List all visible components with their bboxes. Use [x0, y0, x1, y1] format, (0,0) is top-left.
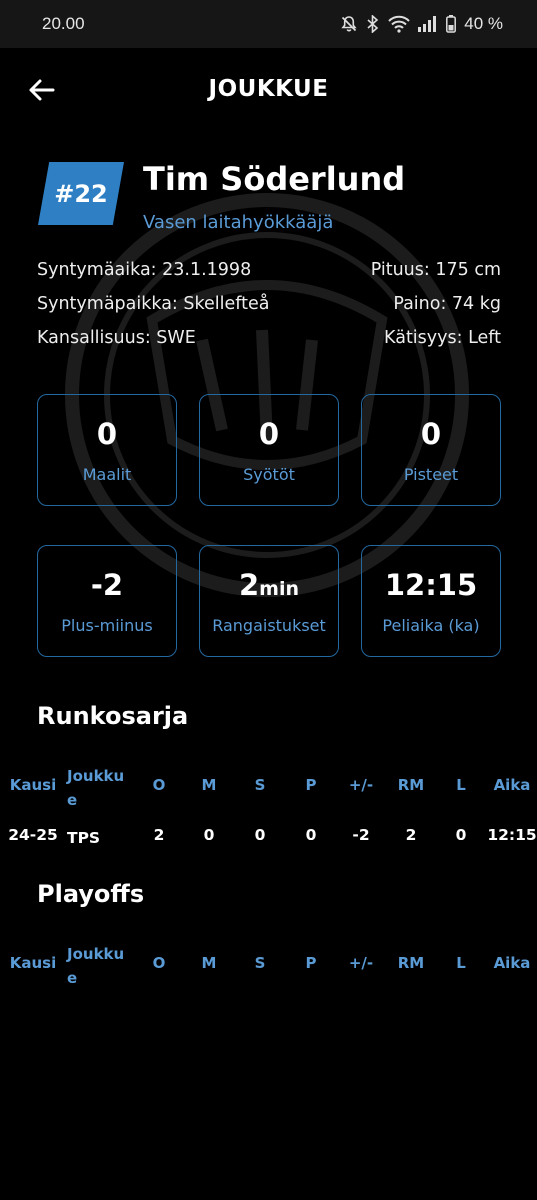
table-cell: 2	[405, 826, 417, 844]
table-cell: 0	[254, 826, 266, 844]
stat-card-assists: 0 Syötöt	[199, 394, 339, 506]
stat-label: Plus-miinus	[61, 615, 153, 635]
stat-value: 0	[258, 416, 280, 451]
info-weight: Paino: 74 kg	[393, 294, 501, 314]
table-cell: 0	[203, 826, 215, 844]
table-header-cell: P	[305, 776, 317, 794]
signal-icon	[418, 16, 438, 32]
info-row: Syntymäpaikka: Skellefteå Paino: 74 kg	[37, 294, 501, 314]
table-header-cell: +/-	[348, 776, 374, 794]
table-header-cell: M	[201, 954, 217, 972]
table-header-cell: Joukku e	[67, 767, 125, 809]
stat-card-penalties: 2min Rangaistukset	[199, 545, 339, 657]
stat-cards-row: -2 Plus-miinus 2min Rangaistukset 12:15 …	[37, 545, 501, 657]
stat-value: -2	[90, 567, 124, 602]
table-cell: 0	[455, 826, 467, 844]
stat-label: Pisteet	[403, 464, 459, 484]
status-time: 20.00	[42, 14, 85, 33]
table-header-cell: O	[152, 954, 166, 972]
table-header-cell: +/-	[348, 954, 374, 972]
status-bar: 20.00 40 %	[0, 0, 537, 48]
table-body-regular-season: 24-25 TPS 2 0 0 0 -2 2 0 12:15	[0, 826, 537, 880]
table-header-playoffs: Kausi Joukku e O M S P +/- RM L Aika	[0, 945, 537, 1008]
battery-percent: 40 %	[464, 14, 503, 33]
player-position: Vasen laitahyökkääjä	[143, 212, 334, 233]
table-header-cell: M	[201, 776, 217, 794]
table-header-cell: Aika	[493, 954, 531, 972]
info-handedness: Kätisyys: Left	[384, 328, 501, 348]
info-birthdate: Syntymäaika: 23.1.1998	[37, 260, 252, 280]
table-header-regular-season: Kausi Joukku e O M S P +/- RM L Aika	[0, 767, 537, 830]
info-height: Pituus: 175 cm	[370, 260, 501, 280]
status-icons: 40 %	[340, 14, 503, 34]
table-cell: 0	[305, 826, 317, 844]
table-cell: -2	[352, 826, 370, 844]
stat-card-plus-minus: -2 Plus-miinus	[37, 545, 177, 657]
table-cell: 24-25	[8, 826, 58, 844]
table-header-cell: RM	[397, 954, 425, 972]
table-header-cell: Joukku e	[67, 945, 125, 987]
stat-label: Maalit	[82, 464, 132, 484]
table-header-cell: Kausi	[9, 776, 57, 794]
page-title: JOUKKUE	[208, 76, 329, 102]
table-header-cell: L	[456, 776, 466, 794]
table-header-cell: L	[456, 954, 466, 972]
info-nationality: Kansallisuus: SWE	[37, 328, 196, 348]
mute-icon	[340, 15, 358, 33]
info-row: Syntymäaika: 23.1.1998 Pituus: 175 cm	[37, 260, 501, 280]
stat-label: Rangaistukset	[212, 615, 326, 635]
table-header-cell: O	[152, 776, 166, 794]
table-cell: 2	[153, 826, 165, 844]
stat-value: 2min	[238, 567, 300, 602]
stat-label: Peliaika (ka)	[382, 615, 480, 635]
app-bar: JOUKKUE	[0, 62, 537, 118]
info-birthplace: Syntymäpaikka: Skellefteå	[37, 294, 270, 314]
stat-value: 0	[96, 416, 118, 451]
table-header-cell: Kausi	[9, 954, 57, 972]
stat-cards-row: 0 Maalit 0 Syötöt 0 Pisteet	[37, 394, 501, 506]
player-name: Tim Söderlund	[143, 160, 406, 198]
section-title-regular-season: Runkosarja	[37, 702, 189, 730]
table-header-cell: Aika	[493, 776, 531, 794]
stat-value: 12:15	[384, 567, 478, 602]
stat-card-points: 0 Pisteet	[361, 394, 501, 506]
table-header-cell: P	[305, 954, 317, 972]
stat-card-ice-time: 12:15 Peliaika (ka)	[361, 545, 501, 657]
table-header-cell: RM	[397, 776, 425, 794]
section-title-playoffs: Playoffs	[37, 880, 145, 908]
battery-icon	[446, 15, 457, 33]
stat-value: 0	[420, 416, 442, 451]
table-cell: 12:15	[487, 826, 537, 844]
table-header-cell: S	[254, 776, 266, 794]
jersey-number-badge: #22	[38, 162, 124, 225]
info-row: Kansallisuus: SWE Kätisyys: Left	[37, 328, 501, 348]
table-cell: TPS	[67, 829, 101, 847]
table-header-cell: S	[254, 954, 266, 972]
wifi-icon	[388, 15, 410, 33]
bluetooth-icon	[366, 15, 380, 33]
stat-label: Syötöt	[243, 464, 295, 484]
stat-card-goals: 0 Maalit	[37, 394, 177, 506]
